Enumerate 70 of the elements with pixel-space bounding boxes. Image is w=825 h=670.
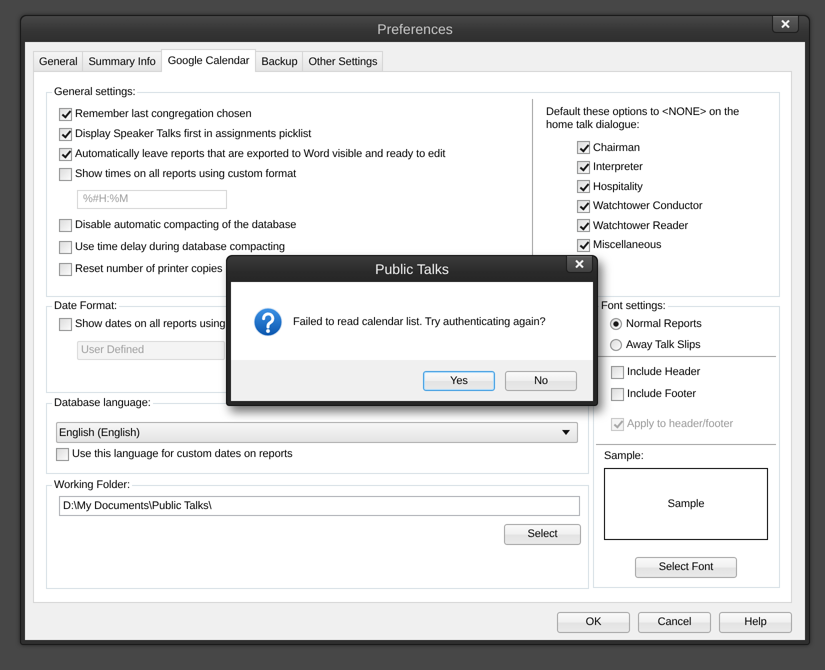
checkbox-label: Reset number of printer copies bbox=[75, 262, 222, 276]
window-title: Preferences bbox=[377, 20, 453, 38]
cancel-button[interactable]: Cancel bbox=[638, 612, 711, 633]
checkbox-label: Miscellaneous bbox=[593, 238, 662, 252]
help-button[interactable]: Help bbox=[719, 612, 792, 633]
question-icon bbox=[253, 307, 283, 337]
checkbox[interactable] bbox=[59, 168, 72, 180]
group-title: General settings: bbox=[53, 85, 136, 99]
folder-path-field[interactable]: D:\My Documents\Public Talks\ bbox=[59, 496, 580, 516]
caret-icon bbox=[562, 430, 570, 435]
checkbox-label: Apply to header/footer bbox=[627, 417, 734, 431]
radio-button[interactable] bbox=[610, 318, 622, 330]
checkbox[interactable] bbox=[577, 160, 590, 174]
yes-button[interactable]: Yes bbox=[423, 371, 495, 391]
radio-label: Away Talk Slips bbox=[626, 338, 701, 352]
tab[interactable]: Google Calendar bbox=[160, 49, 256, 72]
checkbox[interactable] bbox=[59, 240, 72, 254]
checkbox-label: Hospitality bbox=[593, 180, 643, 194]
sample-label: Sample: bbox=[603, 449, 645, 463]
tab[interactable]: Other Settings bbox=[302, 51, 384, 71]
caption-text: Default these options to <NONE> on the home talk dialogue: bbox=[546, 106, 740, 132]
group-title: Font settings: bbox=[600, 299, 667, 313]
checkbox-label: Show times on all reports using custom format bbox=[75, 167, 296, 181]
language-dropdown[interactable]: English (English) bbox=[56, 422, 578, 443]
checkbox-label: Include Footer bbox=[627, 387, 696, 401]
checkbox[interactable] bbox=[59, 148, 72, 160]
radio-button[interactable] bbox=[610, 338, 622, 350]
checkbox-label: Use time delay during database compacting bbox=[75, 240, 285, 254]
select-button[interactable]: Select bbox=[504, 524, 581, 545]
group-title: Database language: bbox=[53, 396, 152, 410]
checkbox-label: Use this language for custom dates on reports bbox=[72, 447, 293, 461]
checkbox[interactable] bbox=[56, 448, 69, 460]
checkbox[interactable] bbox=[59, 262, 72, 276]
checkbox[interactable] bbox=[59, 318, 72, 330]
close-icon bbox=[575, 260, 584, 268]
checkbox-label: Watchtower Conductor bbox=[593, 199, 702, 214]
checkbox[interactable] bbox=[577, 141, 590, 154]
radio-label: Normal Reports bbox=[626, 316, 702, 330]
checkbox-label: Chairman bbox=[593, 140, 640, 155]
tab[interactable]: Backup bbox=[255, 51, 304, 71]
close-icon bbox=[781, 20, 790, 28]
ok-button[interactable]: OK bbox=[557, 612, 630, 633]
checkbox-label: Interpreter bbox=[593, 160, 643, 174]
close-button[interactable] bbox=[566, 256, 593, 273]
close-button[interactable] bbox=[772, 16, 799, 33]
checkbox[interactable] bbox=[577, 180, 590, 194]
dialog-message: Failed to read calendar list. Try authenticating again? bbox=[293, 315, 546, 330]
checkbox[interactable] bbox=[59, 128, 72, 140]
checkbox[interactable] bbox=[577, 219, 590, 232]
checkbox-label: Remember last congregation chosen bbox=[75, 107, 252, 121]
checkbox[interactable] bbox=[611, 366, 624, 378]
checkbox[interactable] bbox=[59, 108, 72, 120]
checkbox-label: Disable automatic compacting of the database bbox=[75, 218, 296, 232]
checkbox-label: Display Speaker Talks first in assignments picklist bbox=[75, 127, 312, 141]
font-sample-preview: Sample bbox=[604, 468, 768, 540]
checkbox-label: Include Header bbox=[627, 365, 700, 379]
checkbox-label: Watchtower Reader bbox=[593, 218, 688, 233]
select-font-button[interactable]: Select Font bbox=[635, 557, 737, 578]
checkbox[interactable] bbox=[611, 388, 624, 400]
no-button[interactable]: No bbox=[505, 371, 577, 391]
checkbox-label: Show dates on all reports using bbox=[75, 317, 226, 331]
tab[interactable]: Summary Info bbox=[82, 51, 162, 71]
checkbox[interactable] bbox=[577, 238, 590, 252]
checkbox[interactable] bbox=[577, 200, 590, 213]
tab[interactable]: General bbox=[33, 51, 84, 71]
checkbox-label: Automatically leave reports that are exported to Word visible and ready to edit bbox=[75, 147, 446, 161]
group-title: Date Format: bbox=[53, 299, 118, 313]
group-title: Working Folder: bbox=[53, 478, 131, 492]
checkbox[interactable] bbox=[59, 218, 72, 232]
dialog-title: Public Talks bbox=[375, 260, 449, 278]
